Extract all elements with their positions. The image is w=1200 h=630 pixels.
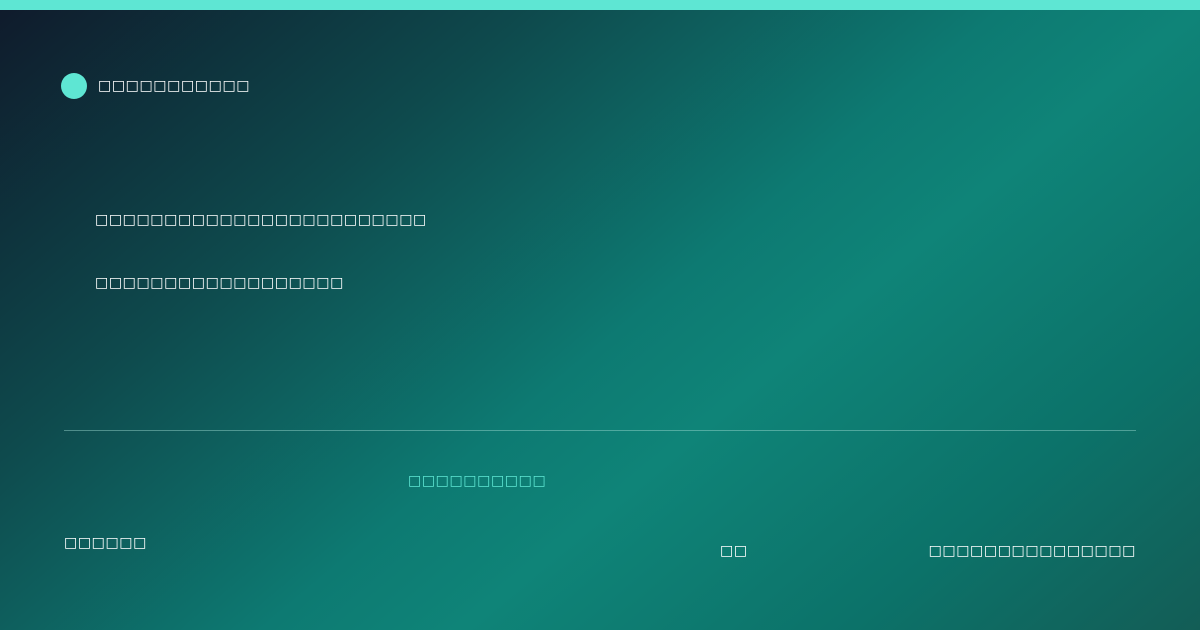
brand: □□□□□□□□□□□ — [61, 73, 250, 99]
divider — [64, 430, 1136, 431]
footer-right-text: □□□□□□□□□□□□□□□ — [928, 543, 1136, 559]
brand-name: □□□□□□□□□□□ — [98, 78, 251, 94]
brand-logo-dot — [61, 73, 87, 99]
top-accent-bar — [0, 0, 1200, 10]
headline-line-1: □□□□□□□□□□□□□□□□□□□□□□□□ — [95, 212, 427, 228]
footer-middle-text: □□ — [720, 543, 748, 559]
headline-line-2: □□□□□□□□□□□□□□□□□□ — [95, 275, 344, 291]
tagline: □□□□□□□□□□ — [408, 473, 547, 489]
footer-left-text: □□□□□□ — [64, 535, 147, 551]
